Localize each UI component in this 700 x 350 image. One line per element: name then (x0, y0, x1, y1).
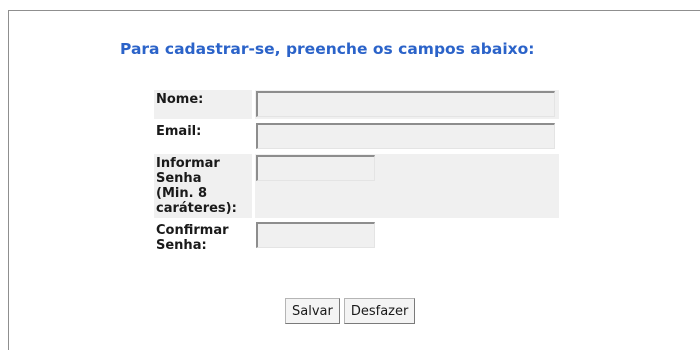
password-input[interactable] (256, 155, 375, 181)
registration-form: Nome: Email: Informar Senha (Min. 8 caráter… (151, 87, 562, 258)
password-label: Informar Senha (Min. 8 caráteres): (154, 154, 252, 218)
password-label-line: (Min. 8 (156, 186, 208, 201)
save-button[interactable]: Salvar (285, 298, 340, 324)
password-field-cell (255, 154, 559, 218)
form-heading: Para cadastrar-se, preenche os campos ab… (120, 40, 535, 58)
name-field-cell (255, 90, 559, 119)
confirm-password-label-line: Senha: (156, 238, 207, 253)
form-row-confirm-password: Confirmar Senha: (154, 221, 559, 255)
confirm-password-field-cell (255, 221, 559, 255)
password-label-line: Senha (156, 171, 202, 186)
form-row-name: Nome: (154, 90, 559, 119)
name-input[interactable] (256, 91, 555, 117)
password-label-line: Informar (156, 156, 220, 171)
email-field-cell (255, 122, 559, 151)
email-input[interactable] (256, 123, 555, 149)
form-row-password: Informar Senha (Min. 8 caráteres): (154, 154, 559, 218)
form-buttons: Salvar Desfazer (285, 298, 416, 324)
reset-button[interactable]: Desfazer (343, 298, 416, 324)
confirm-password-label-line: Confirmar (156, 223, 229, 238)
form-row-email: Email: (154, 122, 559, 151)
email-label: Email: (156, 124, 202, 139)
name-label: Nome: (154, 90, 252, 119)
confirm-password-label: Confirmar Senha: (154, 221, 252, 255)
confirm-password-input[interactable] (256, 222, 375, 248)
password-label-line: caráteres): (156, 201, 237, 216)
